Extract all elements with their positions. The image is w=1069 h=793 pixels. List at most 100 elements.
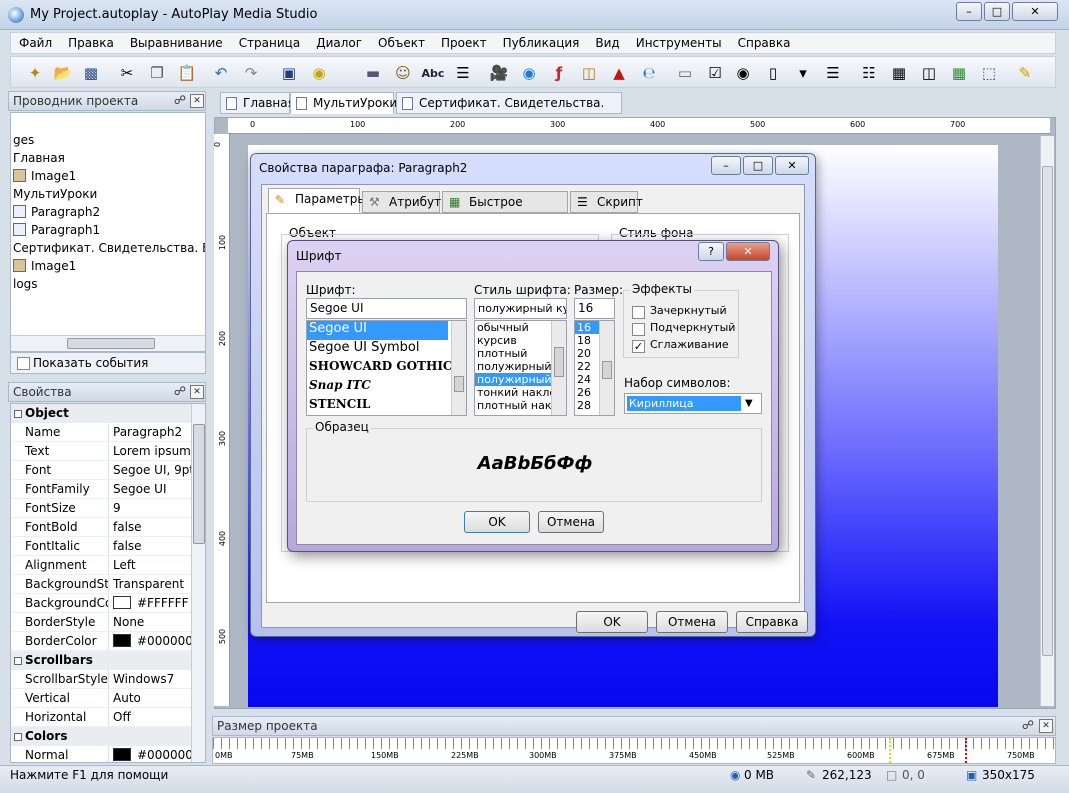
tree-item[interactable]: Image1: [11, 257, 205, 275]
menu-file[interactable]: Файл: [11, 33, 60, 53]
image-object-icon[interactable]: ☺: [391, 61, 415, 85]
prop-row[interactable]: Vertical Auto: [11, 689, 191, 708]
hscroll-thumb[interactable]: [67, 338, 155, 349]
canvas-vscrollbar[interactable]: [1040, 136, 1054, 706]
strikeout-checkbox[interactable]: [632, 306, 645, 319]
prop-section-colors[interactable]: Colors: [11, 727, 191, 746]
prop-row[interactable]: Horizontal Off: [11, 708, 191, 727]
pin-icon[interactable]: ☍: [173, 385, 187, 399]
quicktime-object-icon[interactable]: ◉: [517, 61, 541, 85]
list-item[interactable]: плотный: [475, 347, 552, 360]
maximize-button[interactable]: □: [984, 2, 1010, 21]
grid-object-icon[interactable]: ☷: [857, 61, 881, 85]
text-object-icon[interactable]: ▯: [761, 61, 785, 85]
underline-checkbox[interactable]: [632, 323, 645, 336]
publish-icon[interactable]: ◉: [307, 61, 331, 85]
tab-script[interactable]: ☰ Скрипт: [570, 191, 643, 213]
combobox-object-icon[interactable]: ▾: [791, 61, 815, 85]
tree-item[interactable]: [11, 113, 205, 131]
pin-icon[interactable]: ☍: [1021, 719, 1035, 733]
size-panel-close-icon[interactable]: ✕: [1039, 719, 1053, 733]
tree-item[interactable]: logs: [11, 275, 205, 293]
explorer-close-icon[interactable]: ✕: [190, 94, 204, 108]
menu-page[interactable]: Страница: [231, 33, 309, 53]
size-input[interactable]: 16: [574, 298, 615, 319]
smoothing-checkbox[interactable]: ✓: [632, 340, 645, 353]
font-list-scrollbar[interactable]: [451, 321, 466, 415]
tree-item[interactable]: ges: [11, 131, 205, 149]
list-item[interactable]: тонкий наклон: [475, 386, 552, 399]
prop-row[interactable]: BorderStyle None: [11, 613, 191, 632]
pin-icon[interactable]: ☍: [173, 94, 187, 108]
checkbox-object-icon[interactable]: ☑: [703, 61, 727, 85]
prop-row[interactable]: ScrollbarStyle Windows7: [11, 670, 191, 689]
menu-tools[interactable]: Инструменты: [628, 33, 730, 53]
menu-dialog[interactable]: Диалог: [308, 33, 370, 53]
prop-row[interactable]: FontFamily Segoe UI: [11, 480, 191, 499]
properties-close-icon[interactable]: ✕: [190, 385, 204, 399]
close-button[interactable]: ✕: [1012, 2, 1058, 21]
tree-item[interactable]: Paragraph1: [11, 221, 205, 239]
tree-hscrollbar[interactable]: [11, 335, 205, 351]
wand-icon[interactable]: ✦: [23, 61, 47, 85]
font-input[interactable]: Segoe UI: [306, 298, 467, 319]
select-icon[interactable]: ⬚: [977, 61, 1001, 85]
pencil-icon[interactable]: ✎: [1013, 61, 1037, 85]
preview-icon[interactable]: ▣: [277, 61, 301, 85]
cut-icon[interactable]: ✂: [115, 61, 139, 85]
prop-row[interactable]: BorderColor #000000: [11, 632, 191, 651]
dialog-close-button[interactable]: ✕: [775, 156, 809, 175]
tree-item[interactable]: Paragraph2: [11, 203, 205, 221]
minimize-button[interactable]: –: [956, 2, 982, 21]
prop-row[interactable]: FontBold false: [11, 518, 191, 537]
list-item[interactable]: курсив: [475, 334, 552, 347]
list-item[interactable]: STENCIL: [307, 397, 466, 415]
radio-object-icon[interactable]: ◉: [731, 61, 755, 85]
prop-row[interactable]: BackgroundStylTransparent: [11, 575, 191, 594]
prop-row[interactable]: FontSize 9: [11, 499, 191, 518]
menu-edit[interactable]: Правка: [60, 33, 122, 53]
pdf-object-icon[interactable]: ▲: [607, 61, 631, 85]
menu-align[interactable]: Выравнивание: [122, 33, 231, 53]
prop-row[interactable]: Normal #000000: [11, 746, 191, 762]
menu-object[interactable]: Объект: [370, 33, 433, 53]
paragraph-help-button[interactable]: Справка: [736, 611, 808, 633]
prop-section-scrollbars[interactable]: Scrollbars: [11, 651, 191, 670]
tree-object-icon[interactable]: ▦: [947, 61, 971, 85]
open-folder-icon[interactable]: 📂: [51, 61, 75, 85]
list-item[interactable]: полужирный: [475, 360, 552, 373]
props-vscrollbar[interactable]: [191, 404, 205, 762]
label-object-icon[interactable]: Abc: [421, 61, 445, 85]
prop-row[interactable]: Font Segoe UI, 9pt: [11, 461, 191, 480]
save-icon[interactable]: ▩: [79, 61, 103, 85]
menu-project[interactable]: Проект: [433, 33, 495, 53]
tree-item[interactable]: Сертификат. Свидетельства. Визит: [11, 239, 205, 257]
tab-attributes[interactable]: ⚒ Атрибуты: [362, 191, 451, 213]
size-list-scrollbar[interactable]: [599, 321, 614, 415]
font-ok-button[interactable]: OK: [464, 511, 530, 533]
menu-publish[interactable]: Публикация: [495, 33, 588, 53]
table-icon[interactable]: ▦: [887, 61, 911, 85]
prop-row[interactable]: Name Paragraph2: [11, 423, 191, 442]
input-object-icon[interactable]: ▭: [673, 61, 697, 85]
menu-help[interactable]: Справка: [730, 33, 799, 53]
paragraph-ok-button[interactable]: OK: [576, 611, 648, 633]
prop-section-object[interactable]: Object: [11, 404, 191, 423]
copy-icon[interactable]: ❐: [145, 61, 169, 85]
list-item[interactable]: 16: [575, 321, 599, 334]
undo-icon[interactable]: ↶: [209, 61, 233, 85]
tab-certificate[interactable]: Сертификат. Свидетельства. Визитка: [396, 92, 622, 130]
list-item[interactable]: Segoe UI Symbol: [307, 340, 466, 359]
redo-icon[interactable]: ↷: [239, 61, 263, 85]
tree-item[interactable]: Image1: [11, 167, 205, 185]
listbox-object-icon[interactable]: ☰: [821, 61, 845, 85]
font-help-button[interactable]: ?: [698, 242, 724, 261]
scroll-thumb[interactable]: [554, 347, 564, 377]
vscroll-thumb[interactable]: [193, 424, 205, 544]
font-cancel-button[interactable]: Отмена: [538, 511, 604, 533]
columns-icon[interactable]: ◫: [917, 61, 941, 85]
tab-main[interactable]: Главная: [220, 92, 295, 114]
dialog-minimize-button[interactable]: –: [711, 156, 741, 175]
paragraph-cancel-button[interactable]: Отмена: [656, 611, 728, 633]
paragraph-object-icon[interactable]: ☰: [451, 61, 475, 85]
